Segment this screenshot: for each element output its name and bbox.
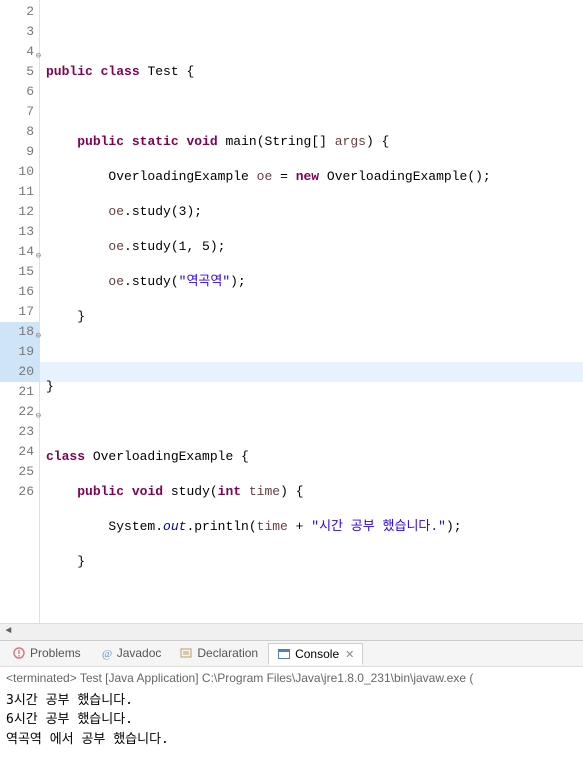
code-line: oe.study(1, 5); [46,237,583,257]
javadoc-icon: @ [99,646,113,660]
code-line [46,97,583,117]
code-line: public void study(int time1, int time2) … [46,622,583,623]
line-number: 21 [0,382,39,402]
close-icon[interactable]: ✕ [345,648,354,661]
code-editor[interactable]: 2 3 4⊖ 5 6 7 8 9 10 11 12 13 14⊖ 15 16 1… [0,0,583,623]
console-line: 6시간 공부 했습니다. [6,710,577,730]
tab-label: Console [295,647,339,661]
horizontal-scrollbar[interactable]: ◄ [0,623,583,640]
code-line: public class Test { [46,62,583,82]
code-line: } [46,307,583,327]
line-number: 25 [0,462,39,482]
code-line [46,412,583,432]
line-number: 5 [0,62,39,82]
line-number: 18⊖ [0,322,39,342]
line-number: 6 [0,82,39,102]
tab-label: Problems [30,646,81,660]
line-number: 3 [0,22,39,42]
code-line: oe.study("역곡역"); [46,272,583,292]
console-status: <terminated> Test [Java Application] C:\… [0,667,583,689]
line-number: 2 [0,2,39,22]
code-line: OverloadingExample oe = new OverloadingE… [46,167,583,187]
code-line: oe.study(3); [46,202,583,222]
line-number: 15 [0,262,39,282]
tab-label: Javadoc [117,646,162,660]
line-number: 17 [0,302,39,322]
line-number: 7 [0,102,39,122]
problems-icon [12,646,26,660]
line-number: 16 [0,282,39,302]
line-number: 20 [0,362,39,382]
svg-text:@: @ [102,648,112,660]
line-number: 9 [0,142,39,162]
line-number: 4⊖ [0,42,39,62]
tab-problems[interactable]: Problems [4,643,89,663]
tab-declaration[interactable]: Declaration [171,643,266,663]
line-number: 13 [0,222,39,242]
scroll-left-icon[interactable]: ◄ [0,623,17,640]
line-number: 11 [0,182,39,202]
console-output[interactable]: 3시간 공부 했습니다. 6시간 공부 했습니다. 역곡역 에서 공부 했습니다… [0,689,583,759]
console-line: 역곡역 에서 공부 했습니다. [6,730,577,750]
view-tabs: Problems @ Javadoc Declaration Console ✕ [0,641,583,667]
line-number: 22⊖ [0,402,39,422]
console-line: 3시간 공부 했습니다. [6,691,577,711]
line-number: 10 [0,162,39,182]
line-number: 19 [0,342,39,362]
tab-console[interactable]: Console ✕ [268,643,363,665]
line-number: 26 [0,482,39,502]
declaration-icon [179,646,193,660]
line-number: 23 [0,422,39,442]
code-line: } [46,377,583,397]
code-line: } [46,552,583,572]
code-line: public static void main(String[] args) { [46,132,583,152]
tab-label: Declaration [197,646,258,660]
tab-javadoc[interactable]: @ Javadoc [91,643,170,663]
line-number: 24 [0,442,39,462]
code-line: class OverloadingExample { [46,447,583,467]
bottom-panel: Problems @ Javadoc Declaration Console ✕… [0,640,583,759]
line-number: 8 [0,122,39,142]
code-line [46,587,583,607]
code-line: public void study(int time) { [46,482,583,502]
code-line: System.out.println(time + "시간 공부 했습니다.")… [46,517,583,537]
line-number: 12 [0,202,39,222]
console-icon [277,647,291,661]
line-number-gutter: 2 3 4⊖ 5 6 7 8 9 10 11 12 13 14⊖ 15 16 1… [0,0,40,623]
code-content-area[interactable]: public class Test { public static void m… [40,0,583,623]
line-number: 14⊖ [0,242,39,262]
code-line [46,342,583,362]
